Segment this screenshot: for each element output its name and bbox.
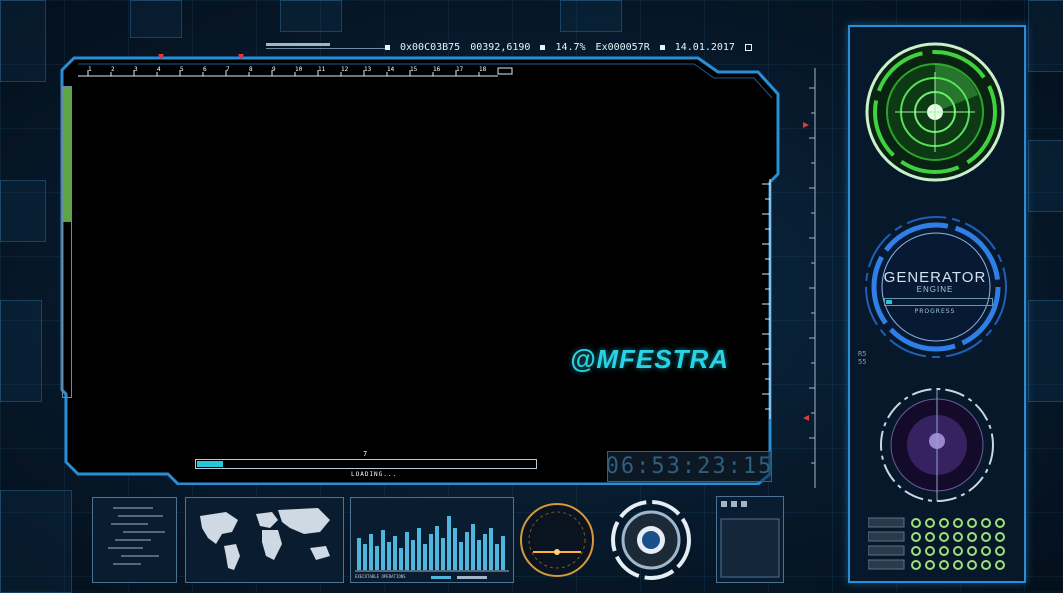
timer-display: 06:53:23:15 — [606, 451, 772, 482]
main-viewport — [58, 54, 780, 485]
scan-globe-widget — [880, 388, 994, 502]
status-square-icon — [659, 44, 665, 50]
radar-widget — [865, 42, 1005, 182]
bg-tile — [1028, 140, 1063, 212]
ruler-tick-label: 1 — [88, 66, 92, 73]
generator-progress-label: PROGRESS — [914, 308, 956, 315]
loading-progress-bar — [195, 459, 537, 469]
bar-chart-caption: EXECUTABLE OPERATIONS — [355, 574, 406, 579]
ruler-tick-label: 17 — [456, 66, 464, 73]
bg-tile — [560, 0, 622, 32]
thumb-target-ring — [611, 500, 691, 580]
status-date: 14.01.2017 — [674, 41, 735, 53]
top-ruler: 1 2 3 4 5 6 7 8 9 10 11 12 13 14 15 16 1… — [86, 66, 506, 76]
generator-progress-fill — [886, 300, 893, 304]
viewport-frame — [60, 56, 780, 485]
ruler-tick-label: 6 — [203, 66, 207, 73]
thumb-world-map — [185, 497, 344, 583]
status-coords: 00392,6190 — [470, 41, 531, 53]
ruler-tick-label: 4 — [157, 66, 161, 73]
loading-progress-fill — [197, 461, 223, 467]
thumb-data-list — [92, 497, 177, 583]
side-code: R5 55 — [858, 350, 866, 366]
thumb-orange-scope — [520, 503, 594, 577]
ruler-tick-label: 2 — [111, 66, 115, 73]
ruler-tick-label: 10 — [295, 66, 303, 73]
side-code-line: 55 — [858, 358, 867, 366]
bg-tile — [1028, 0, 1063, 72]
status-percent: 14.7% — [555, 41, 586, 53]
ruler-tick-label: 11 — [318, 66, 326, 73]
top-line — [266, 48, 386, 49]
bg-tile — [0, 300, 42, 402]
bg-tile — [280, 0, 342, 32]
status-grid — [868, 517, 1005, 570]
bg-tile — [130, 0, 182, 38]
ruler-tick-label: 12 — [341, 66, 349, 73]
ruler-tick-label: 16 — [433, 66, 441, 73]
loading-number: 7 — [363, 450, 368, 458]
generator-progress-bar — [884, 298, 993, 306]
ruler-tick-label: 8 — [249, 66, 253, 73]
generator-subtitle: ENGINE — [916, 285, 954, 294]
left-gauge-fill — [63, 87, 71, 222]
ruler-tick-label: 18 — [479, 66, 487, 73]
left-level-gauge — [62, 86, 72, 398]
ruler-tick-label: 14 — [387, 66, 395, 73]
bg-tile — [0, 180, 46, 242]
handle-text: @MFESTRA — [570, 344, 730, 374]
bg-tile — [0, 0, 46, 82]
status-square-icon — [540, 44, 546, 50]
thumb-panel-mini — [716, 496, 784, 583]
generator-title: GENERATOR — [883, 269, 987, 286]
loading-label: LOADING... — [351, 471, 398, 478]
thumb-bar-chart: EXECUTABLE OPERATIONS — [350, 497, 514, 583]
right-ruler — [803, 68, 816, 488]
status-bar: 0x00C03B75 00392,6190 14.7% Ex000057R 14… — [385, 40, 752, 54]
status-square-outline-icon — [744, 43, 752, 51]
top-line — [266, 43, 330, 46]
ruler-tick-label: 3 — [134, 66, 138, 73]
side-code-line: R5 — [858, 350, 867, 358]
ruler-tick-label: 7 — [226, 66, 230, 73]
ruler-tick-label: 5 — [180, 66, 184, 73]
ruler-tick-label: 13 — [364, 66, 372, 73]
bg-tile — [1028, 300, 1063, 402]
bg-tile — [0, 490, 72, 593]
status-code: Ex000057R — [595, 41, 650, 53]
ruler-tick-label: 15 — [410, 66, 418, 73]
status-square-icon — [385, 44, 390, 50]
status-address: 0x00C03B75 — [400, 41, 461, 53]
ruler-tick-label: 9 — [272, 66, 276, 73]
